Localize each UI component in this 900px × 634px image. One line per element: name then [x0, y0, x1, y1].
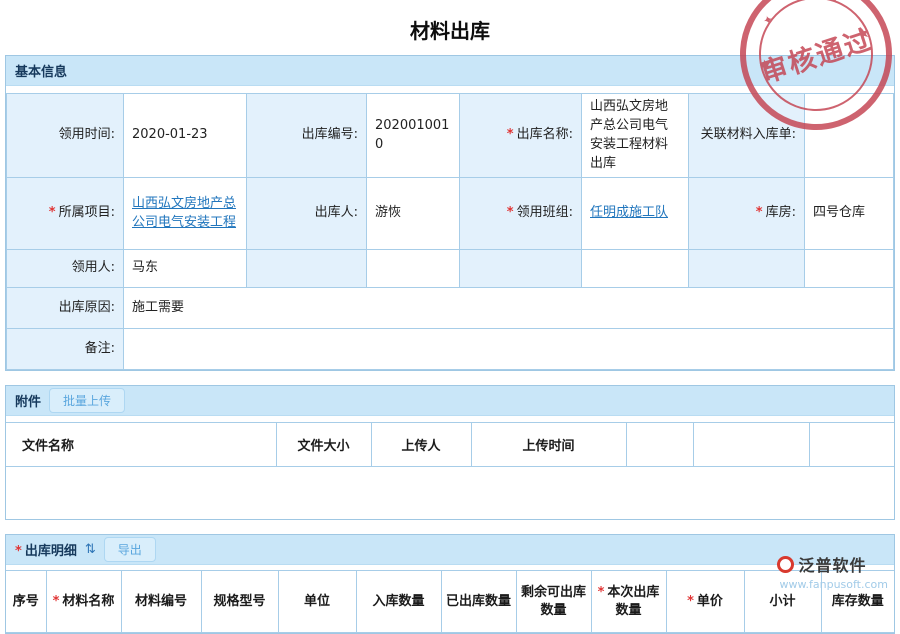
attachments-table: 文件名称 文件大小 上传人 上传时间	[6, 422, 894, 467]
col-empty	[626, 423, 693, 467]
col-inbound-qty: 入库数量	[356, 571, 441, 633]
outbound-no-label: 出库编号:	[247, 94, 367, 178]
remark-label: 备注:	[7, 329, 124, 370]
project-value: 山西弘文房地产总公司电气安装工程	[124, 178, 247, 250]
attachments-section: 附件 批量上传 文件名称 文件大小 上传人 上传时间	[5, 385, 895, 520]
empty-cell	[582, 250, 689, 288]
brand-watermark: 泛普软件 www.fanpusoft.com	[777, 552, 888, 591]
warehouse-value: 四号仓库	[805, 178, 894, 250]
col-file-size: 文件大小	[276, 423, 371, 467]
attachments-empty-area	[6, 467, 894, 519]
col-upload-time: 上传时间	[471, 423, 626, 467]
basic-info-section: 基本信息 领用时间: 2020-01-23 出库编号: 2020010010 *…	[5, 55, 895, 371]
outbound-no-value: 2020010010	[367, 94, 460, 178]
outbound-name-value: 山西弘文房地产总公司电气安装工程材料出库	[582, 94, 689, 178]
attachments-header-row: 文件名称 文件大小 上传人 上传时间	[6, 423, 894, 467]
page-title: 材料出库	[0, 0, 900, 55]
outbound-detail-header-bar: *出库明细 ⇅ 导出	[6, 535, 894, 565]
batch-upload-button[interactable]: 批量上传	[49, 388, 125, 413]
project-label: *所属项目:	[7, 178, 124, 250]
empty-cell	[367, 250, 460, 288]
empty-cell	[247, 250, 367, 288]
empty-cell	[460, 250, 582, 288]
col-file-name: 文件名称	[6, 423, 276, 467]
col-current-outbound-qty: *本次出库数量	[591, 571, 666, 633]
attachments-header-bar: 附件 批量上传	[6, 386, 894, 416]
reason-label: 出库原因:	[7, 288, 124, 329]
project-link[interactable]: 山西弘文房地产总公司电气安装工程	[132, 196, 236, 230]
team-link[interactable]: 任明成施工队	[590, 205, 668, 220]
issuer-label: 出库人:	[247, 178, 367, 250]
brand-name: 泛普软件	[799, 552, 867, 576]
brand-url: www.fanpusoft.com	[777, 578, 888, 591]
col-empty	[809, 423, 894, 467]
related-inbound-label: 关联材料入库单:	[689, 94, 805, 178]
reason-value: 施工需要	[124, 288, 894, 329]
usage-time-label: 领用时间:	[7, 94, 124, 178]
export-button[interactable]: 导出	[104, 537, 156, 562]
warehouse-label: *库房:	[689, 178, 805, 250]
issuer-value: 游恢	[367, 178, 460, 250]
col-unit-price: *单价	[666, 571, 744, 633]
col-uploader: 上传人	[371, 423, 471, 467]
sort-icon[interactable]: ⇅	[85, 542, 96, 557]
team-value: 任明成施工队	[582, 178, 689, 250]
col-spec-model: 规格型号	[201, 571, 278, 633]
col-unit: 单位	[278, 571, 356, 633]
col-seq: 序号	[6, 571, 46, 633]
recipient-value: 马东	[124, 250, 247, 288]
recipient-label: 领用人:	[7, 250, 124, 288]
attachments-title: 附件	[15, 391, 41, 410]
usage-time-value: 2020-01-23	[124, 94, 247, 178]
fanpu-logo-icon	[777, 556, 794, 573]
col-material-no: 材料编号	[121, 571, 201, 633]
outbound-detail-title: *出库明细	[15, 540, 77, 559]
col-empty	[693, 423, 809, 467]
outbound-detail-header-row: 序号 *材料名称 材料编号 规格型号 单位 入库数量 已出库数量 剩余可出库数量…	[6, 571, 894, 633]
empty-cell	[805, 250, 894, 288]
basic-info-table: 领用时间: 2020-01-23 出库编号: 2020010010 *出库名称:…	[6, 93, 894, 370]
team-label: *领用班组:	[460, 178, 582, 250]
outbound-detail-section: *出库明细 ⇅ 导出 序号 *材料名称 材料编号 规格型号 单位 入库数量 已出…	[5, 534, 895, 634]
basic-info-title: 基本信息	[15, 61, 67, 80]
page-root: 材料出库 基本信息 领用时间: 2020-01-23 出库编号: 2020010…	[0, 0, 900, 634]
col-outbound-qty: 已出库数量	[441, 571, 516, 633]
empty-cell	[689, 250, 805, 288]
col-material-name: *材料名称	[46, 571, 121, 633]
remark-value	[124, 329, 894, 370]
related-inbound-value	[805, 94, 894, 178]
outbound-detail-table: 序号 *材料名称 材料编号 规格型号 单位 入库数量 已出库数量 剩余可出库数量…	[6, 570, 894, 633]
col-remaining-qty: 剩余可出库数量	[516, 571, 591, 633]
basic-info-header-bar: 基本信息	[6, 56, 894, 86]
outbound-name-label: *出库名称:	[460, 94, 582, 178]
